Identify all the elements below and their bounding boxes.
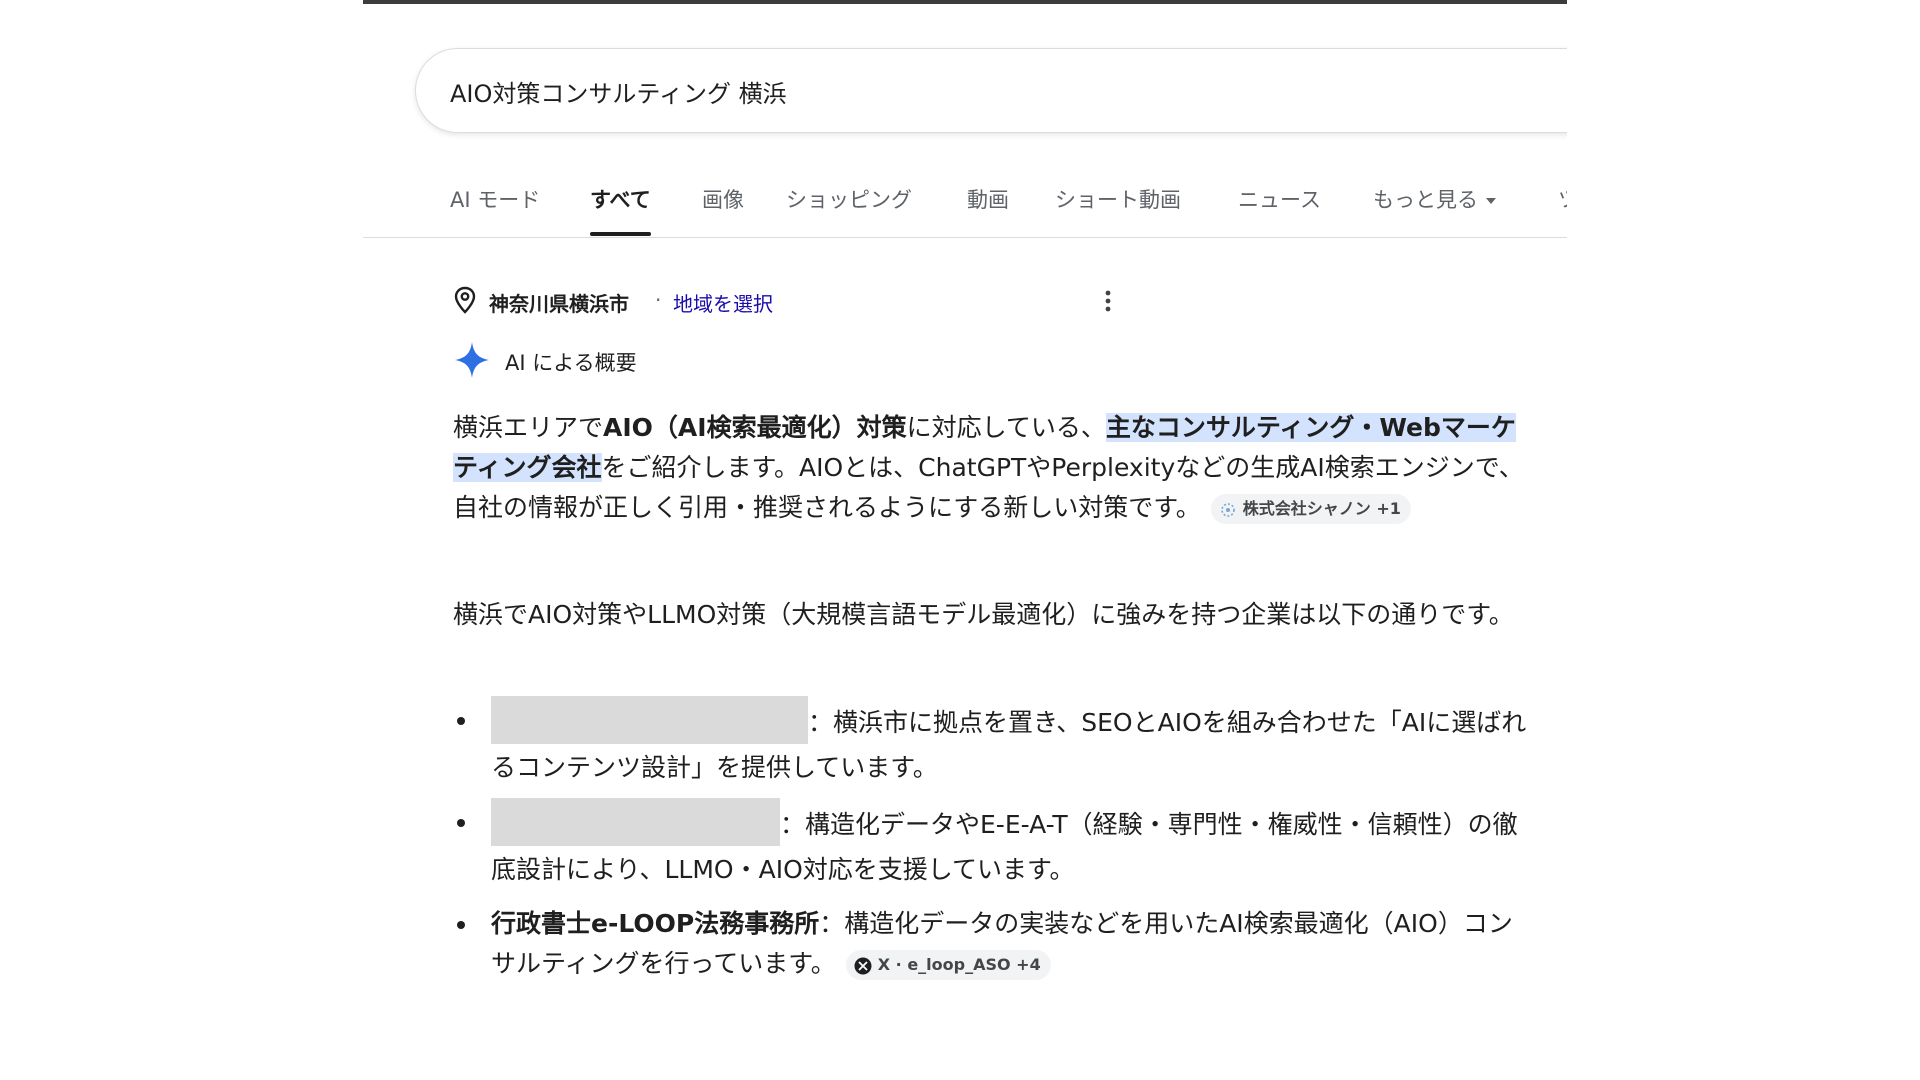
search-results-frame: AI モード すべて 画像 ショッピング 動画 ショート動画 ニュース もっと見…	[363, 0, 1567, 1080]
x-logo-icon	[854, 957, 872, 974]
location-separator: ·	[655, 288, 662, 312]
more-options-icon[interactable]	[1103, 288, 1113, 314]
search-input[interactable]	[450, 71, 1350, 111]
source-chip-2[interactable]: X · e_loop_ASO +4	[845, 950, 1051, 980]
tab-short-videos[interactable]: ショート動画	[1055, 184, 1181, 214]
location-name: 神奈川県横浜市	[489, 292, 629, 316]
location-pin-icon	[454, 286, 476, 314]
tab-all[interactable]: すべて	[590, 184, 651, 236]
choose-region-link[interactable]: 地域を選択	[673, 288, 773, 317]
tab-more[interactable]: もっと見る	[1373, 184, 1496, 214]
bullet-dot	[457, 717, 465, 725]
tab-images[interactable]: 画像	[702, 184, 744, 214]
p1-text-2: に対応している、	[906, 413, 1106, 442]
search-tabs: AI モード すべて 画像 ショッピング 動画 ショート動画 ニュース もっと見…	[363, 170, 1567, 238]
search-box[interactable]	[415, 48, 1567, 133]
redacted-company-name	[491, 696, 808, 744]
tab-videos[interactable]: 動画	[967, 184, 1009, 214]
gemini-sparkle-icon	[455, 342, 489, 378]
source-chip-2-label: X · e_loop_ASO +4	[877, 955, 1041, 974]
ai-overview-paragraph-2: 横浜でAIO対策やLLMO対策（大規模言語モデル最適化）に強みを持つ企業は以下の…	[453, 600, 1514, 629]
company-logo-icon	[1220, 502, 1235, 517]
source-chip-1[interactable]: 株式会社シャノン +1	[1210, 494, 1411, 524]
tab-more-label: もっと見る	[1373, 188, 1478, 212]
tab-tools[interactable]: ツ	[1558, 184, 1567, 214]
bullet-dot	[457, 921, 465, 929]
list-item-company-name: 行政書士e-LOOP法務事務所	[491, 909, 820, 938]
redacted-company-name	[491, 798, 780, 846]
p1-text-1: 横浜エリアで	[453, 413, 604, 442]
source-chip-1-label: 株式会社シャノン +1	[1242, 499, 1401, 518]
ai-overview-title: AI による概要	[505, 351, 637, 375]
p1-bold-term: AIO（AI検索最適化）対策	[603, 413, 907, 442]
chevron-down-icon	[1486, 198, 1496, 204]
top-border	[363, 0, 1567, 4]
ai-overview-paragraph-1: 横浜エリアでAIO（AI検索最適化）対策に対応している、主なコンサルティング・W…	[453, 408, 1533, 528]
tab-news[interactable]: ニュース	[1238, 184, 1321, 214]
tab-ai-mode[interactable]: AI モード	[450, 184, 540, 214]
bullet-dot	[457, 819, 465, 827]
tab-shopping[interactable]: ショッピング	[786, 184, 912, 214]
